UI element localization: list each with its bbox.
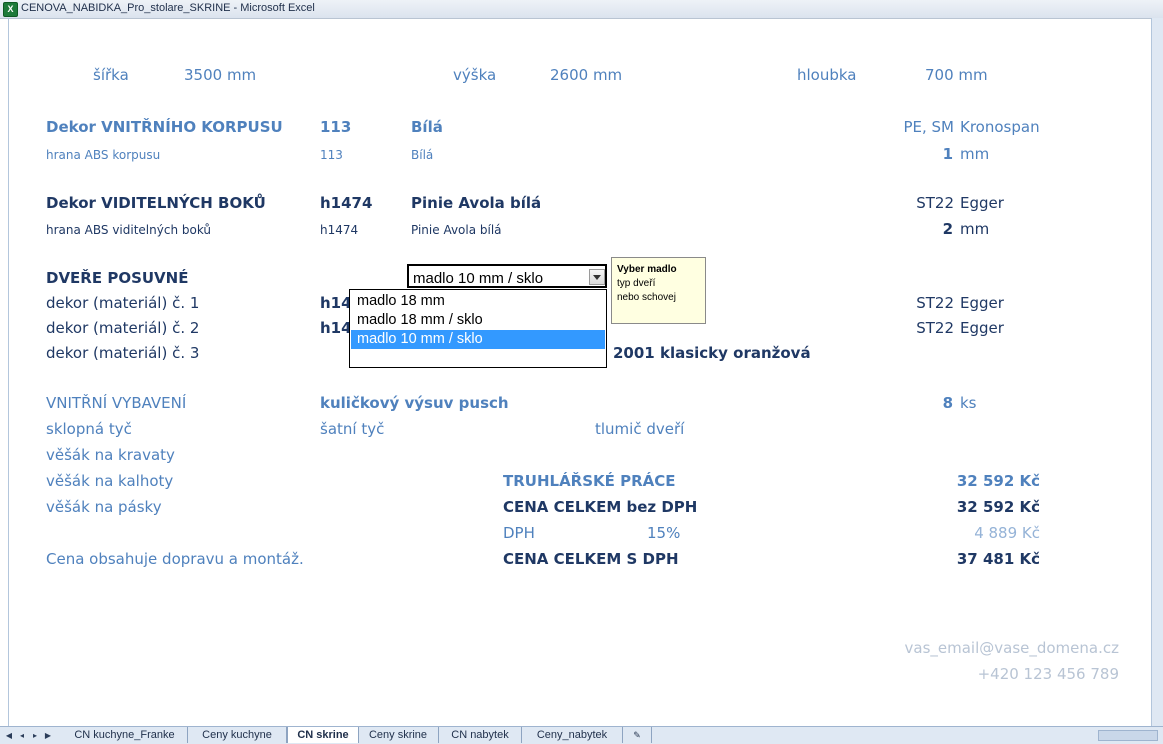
interior-option[interactable]: tlumič dveří	[595, 422, 684, 437]
inner-edge-code: 113	[320, 148, 343, 162]
total-no-vat-label: CENA CELKEM bez DPH	[503, 498, 698, 516]
visible-edge-name: Pinie Avola bílá	[411, 223, 502, 237]
last-sheet-icon[interactable]: ▶	[43, 730, 53, 741]
door-decor-1-type: ST22	[916, 294, 954, 312]
excel-icon: X	[3, 2, 18, 17]
visible-edge-thickness[interactable]: 2	[900, 222, 953, 237]
contact-phone[interactable]: +420 123 456 789	[820, 667, 1119, 682]
cell-comment-tooltip: Vyber madlo typ dveří nebo schovej	[611, 257, 706, 324]
sheet-tab[interactable]: Ceny_nabytek	[522, 727, 623, 743]
handle-combo-box[interactable]: madlo 10 mm / sklo	[407, 264, 607, 288]
title-bar: X CENOVA_NABIDKA_Pro_stolare_SKRINE - Mi…	[0, 0, 1163, 19]
work-label: TRUHLÁŘSKÉ PRÁCE	[503, 472, 676, 490]
inner-decor-label: Dekor VNITŘNÍHO KORPUSU	[46, 118, 283, 136]
insert-sheet-icon[interactable]: ✎	[623, 727, 652, 743]
interior-option[interactable]: šatní tyč	[320, 422, 384, 437]
inner-decor-brand: Kronospan	[960, 118, 1040, 136]
work-value: 32 592 Kč	[956, 472, 1040, 490]
inner-decor-type: PE, SM	[903, 118, 954, 136]
height-value[interactable]: 2600 mm	[550, 68, 622, 83]
dropdown-option[interactable]: madlo 18 mm	[351, 292, 605, 311]
visible-edge-code: h1474	[320, 223, 359, 237]
door-decor-2-code[interactable]: h14	[320, 321, 352, 336]
door-decor-1-label: dekor (materiál) č. 1	[46, 294, 200, 312]
sheet-left-border	[8, 18, 9, 726]
dropdown-option[interactable]: madlo 18 mm / sklo	[351, 311, 605, 330]
vat-value: 4 889 Kč	[974, 524, 1040, 542]
sheet-tab-bar: ◀ ◂ ▸ ▶ CN kuchyne_Franke Ceny kuchyne C…	[0, 726, 1163, 744]
interior-qty-unit: ks	[960, 394, 977, 412]
handle-combo-value: madlo 10 mm / sklo	[413, 270, 544, 287]
height-label: výška	[453, 66, 497, 84]
tooltip-line: typ dveří	[617, 278, 656, 289]
visible-decor-type: ST22	[916, 194, 954, 212]
horizontal-scrollbar[interactable]	[1098, 730, 1158, 741]
first-sheet-icon[interactable]: ◀	[4, 730, 14, 741]
door-decor-1-code[interactable]: h14	[320, 296, 352, 311]
depth-value[interactable]: 700 mm	[925, 68, 988, 83]
doors-label: DVEŘE POSUVNÉ	[46, 269, 189, 287]
tooltip-title: Vyber madlo	[617, 264, 677, 275]
door-decor-3-label: dekor (materiál) č. 3	[46, 344, 200, 362]
total-vat-value: 37 481 Kč	[956, 550, 1040, 568]
dropdown-option-selected[interactable]: madlo 10 mm / sklo	[351, 330, 605, 349]
sheet-tab[interactable]: Ceny skrine	[358, 727, 439, 743]
door-decor-2-label: dekor (materiál) č. 2	[46, 319, 200, 337]
tooltip-line: nebo schovej	[617, 292, 676, 303]
interior-option[interactable]: věšák na kravaty	[46, 448, 175, 463]
door-decor-3-name: 2001 klasicky oranžová	[613, 344, 811, 362]
dropdown-arrow-button[interactable]	[589, 269, 605, 285]
visible-edge-label: hrana ABS viditelných boků	[46, 223, 212, 237]
visible-decor-brand: Egger	[960, 194, 1004, 212]
inner-edge-name: Bílá	[411, 148, 434, 162]
visible-decor-label: Dekor VIDITELNÝCH BOKŮ	[46, 194, 266, 212]
visible-edge-unit: mm	[960, 220, 990, 238]
inner-edge-thickness[interactable]: 1	[900, 147, 953, 162]
door-decor-1-brand: Egger	[960, 294, 1004, 312]
interior-label: VNITŘNÍ VYBAVENÍ	[46, 394, 187, 412]
chevron-down-icon	[593, 275, 601, 280]
next-sheet-icon[interactable]: ▸	[30, 730, 40, 741]
vertical-scrollbar[interactable]	[1151, 18, 1163, 726]
inner-decor-code[interactable]: 113	[320, 120, 351, 135]
sheet-tab[interactable]: CN kuchyne_Franke	[62, 727, 188, 743]
visible-decor-code[interactable]: h1474	[320, 196, 372, 211]
interior-option[interactable]: věšák na pásky	[46, 500, 162, 515]
sheet-tab[interactable]: CN nabytek	[439, 727, 522, 743]
inner-edge-unit: mm	[960, 145, 990, 163]
interior-item[interactable]: kuličkový výsuv pusch	[320, 396, 509, 411]
interior-option[interactable]: sklopná tyč	[46, 422, 132, 437]
sheet-tab-active[interactable]: CN skrine	[287, 727, 359, 743]
door-decor-2-brand: Egger	[960, 319, 1004, 337]
inner-edge-label: hrana ABS korpusu	[46, 148, 161, 162]
prev-sheet-icon[interactable]: ◂	[17, 730, 27, 741]
depth-label: hloubka	[797, 66, 857, 84]
total-vat-label: CENA CELKEM S DPH	[503, 550, 679, 568]
width-value[interactable]: 3500 mm	[184, 68, 256, 83]
contact-email[interactable]: vas_email@vase_domena.cz	[820, 641, 1120, 656]
handle-dropdown-list[interactable]: madlo 18 mm madlo 18 mm / sklo madlo 10 …	[349, 289, 607, 368]
price-note: Cena obsahuje dopravu a montáž.	[46, 550, 304, 568]
vat-rate[interactable]: 15%	[647, 526, 680, 541]
vat-label: DPH	[503, 524, 535, 542]
inner-decor-name: Bílá	[411, 118, 443, 136]
window-title: CENOVA_NABIDKA_Pro_stolare_SKRINE - Micr…	[21, 2, 315, 14]
door-decor-2-type: ST22	[916, 319, 954, 337]
visible-decor-name: Pinie Avola bílá	[411, 194, 542, 212]
interior-option[interactable]: věšák na kalhoty	[46, 474, 173, 489]
sheet-tab[interactable]: Ceny kuchyne	[188, 727, 287, 743]
interior-qty[interactable]: 8	[900, 396, 953, 411]
total-no-vat-value: 32 592 Kč	[956, 498, 1040, 516]
width-label: šířka	[93, 66, 129, 84]
